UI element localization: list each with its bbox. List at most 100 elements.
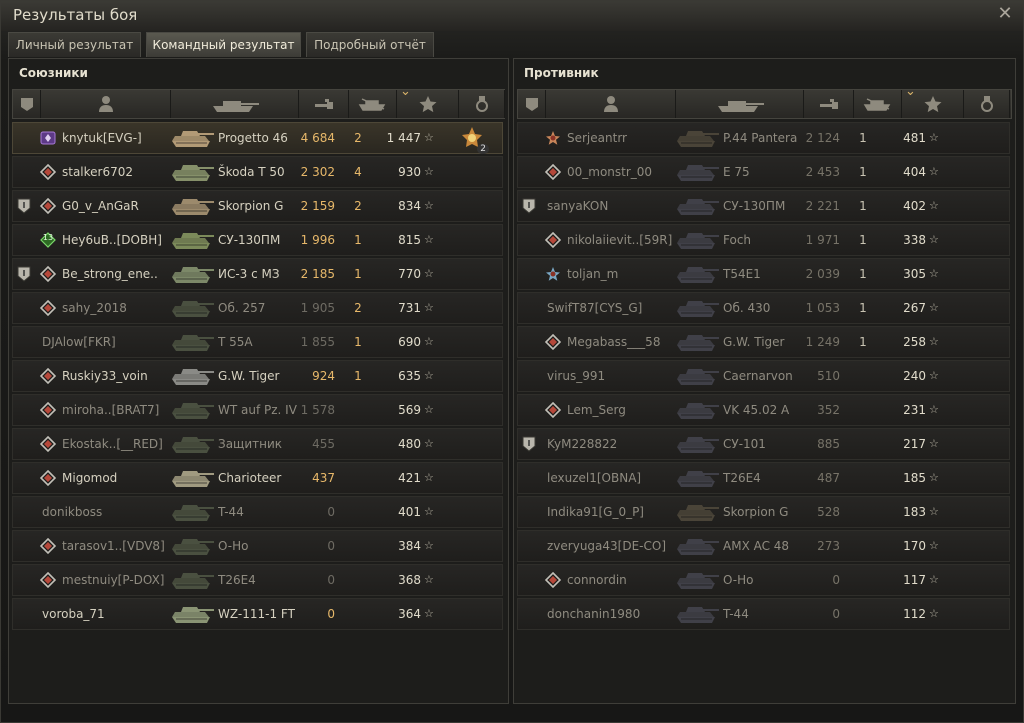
table-row[interactable]: G0_v_AnGaR Skorpion G 2 159 2 834 ☆	[12, 190, 503, 222]
damage-value: 1 578	[300, 403, 335, 417]
column-header-medal[interactable]	[459, 90, 505, 118]
tab-personal-result[interactable]: Личный результат	[8, 32, 141, 57]
table-row[interactable]: stalker6702 Škoda T 50 2 302 4 930 ☆	[12, 156, 503, 188]
close-icon[interactable]: ✕	[995, 4, 1015, 24]
player-name[interactable]: stalker6702	[62, 157, 172, 187]
player-name[interactable]: Ekostak..[__RED]	[62, 429, 172, 459]
player-name[interactable]: nikolaiievit..[59R]	[567, 225, 677, 255]
tank-silhouette-icon	[172, 131, 214, 147]
squad-shield-icon	[522, 198, 536, 214]
column-header-squad[interactable]	[13, 90, 41, 118]
player-name[interactable]: connordin	[567, 565, 677, 595]
tank-name: O-Ho	[723, 573, 754, 587]
xp-value: 481	[903, 131, 926, 145]
column-header-tank[interactable]	[676, 90, 804, 118]
table-row[interactable]: voroba_71 WZ-111-1 FT 0 364 ☆	[12, 598, 503, 630]
table-row[interactable]: Migomod Charioteer 437 421 ☆	[12, 462, 503, 494]
player-name[interactable]: Migomod	[62, 463, 172, 493]
tank-name: T26E4	[218, 573, 256, 587]
table-row[interactable]: DJAlow[FKR] T 55A 1 855 1 690 ☆	[12, 326, 503, 358]
player-name[interactable]: donikboss	[42, 497, 172, 527]
table-row[interactable]: mestnuiy[P-DOX] T26E4 0 368 ☆	[12, 564, 503, 596]
player-name[interactable]: sahy_2018	[62, 293, 172, 323]
column-header-damage[interactable]	[804, 90, 854, 118]
table-row[interactable]: toljan_m T54E1 2 039 1 305 ☆	[517, 258, 1010, 290]
allies-panel: Союзники ⌄ knytuk[EVG-] Progetto 46 4 684 2…	[8, 58, 509, 704]
tank-icon	[212, 101, 259, 112]
damage-value: 2 302	[300, 165, 335, 179]
column-header-xp-star[interactable]: ⌄	[902, 84, 964, 118]
table-row[interactable]: nikolaiievit..[59R] Foch 1 971 1 338 ☆	[517, 224, 1010, 256]
player-name[interactable]: Lem_Serg	[567, 395, 677, 425]
table-row[interactable]: connordin O-Ho 0 117 ☆	[517, 564, 1010, 596]
player-name[interactable]: KyM228822	[547, 429, 677, 459]
table-row[interactable]: lexuzel1[OBNA] T26E4 487 185 ☆	[517, 462, 1010, 494]
xp-value: 815	[398, 233, 421, 247]
player-name[interactable]: zveryuga43[DE-CO]	[547, 531, 677, 561]
player-name[interactable]: lexuzel1[OBNA]	[547, 463, 677, 493]
player-name[interactable]: toljan_m	[567, 259, 677, 289]
column-header-xp-star[interactable]: ⌄	[397, 84, 459, 118]
player-name[interactable]: mestnuiy[P-DOX]	[62, 565, 172, 595]
table-row[interactable]: zveryuga43[DE-CO] AMX AC 48 273 170 ☆	[517, 530, 1010, 562]
table-row[interactable]: 00_monstr_00 E 75 2 453 1 404 ☆	[517, 156, 1010, 188]
tank-silhouette-icon	[172, 267, 214, 283]
tank-silhouette-icon	[677, 573, 719, 589]
column-header-player[interactable]	[546, 90, 676, 118]
player-name[interactable]: voroba_71	[42, 599, 172, 629]
table-row[interactable]: 13 Hey6uB..[DOBH] СУ-130ПМ 1 996 1 815 ☆	[12, 224, 503, 256]
player-name[interactable]: sanyaKON	[547, 191, 677, 221]
table-row[interactable]: tarasov1..[VDV8] O-Ho 0 384 ☆	[12, 530, 503, 562]
player-name[interactable]: Serjeantrr	[567, 123, 677, 153]
table-row[interactable]: donikboss T-44 0 401 ☆	[12, 496, 503, 528]
kills-value	[343, 429, 373, 459]
player-name[interactable]: donchanin1980	[547, 599, 677, 629]
player-name[interactable]: Megabass___58	[567, 327, 677, 357]
damage-value: 2 159	[300, 199, 335, 213]
table-row[interactable]: Ruskiy33_voin G.W. Tiger 924 1 635 ☆	[12, 360, 503, 392]
column-header-damage[interactable]	[299, 90, 349, 118]
table-row[interactable]: Lem_Serg VK 45.02 A 352 231 ☆	[517, 394, 1010, 426]
table-row[interactable]: SwifT87[CYS_G] Об. 430 1 053 1 267 ☆	[517, 292, 1010, 324]
player-name[interactable]: DJAlow[FKR]	[42, 327, 172, 357]
tank-silhouette-icon	[677, 199, 719, 215]
table-row[interactable]: sanyaKON СУ-130ПМ 2 221 1 402 ☆	[517, 190, 1010, 222]
tab-detailed-report[interactable]: Подробный отчёт	[306, 32, 434, 57]
player-name[interactable]: knytuk[EVG-]	[62, 123, 172, 153]
column-header-tank[interactable]	[171, 90, 299, 118]
player-name[interactable]: virus_991	[547, 361, 677, 391]
tab-team-result[interactable]: Командный результат	[146, 32, 301, 57]
tank-name: Skorpion G	[218, 199, 284, 213]
player-name[interactable]: G0_v_AnGaR	[62, 191, 172, 221]
column-header-medal[interactable]	[964, 90, 1010, 118]
player-name[interactable]: tarasov1..[VDV8]	[62, 531, 172, 561]
table-row[interactable]: donchanin1980 T-44 0 112 ☆	[517, 598, 1010, 630]
table-row[interactable]: knytuk[EVG-] Progetto 46 4 684 2 1 447 ☆ 2	[12, 122, 503, 154]
achievement-medal-icon[interactable]: 2	[459, 126, 489, 154]
player-name[interactable]: Indika91[G_0_P]	[547, 497, 677, 527]
table-row[interactable]: sahy_2018 Об. 257 1 905 2 731 ☆	[12, 292, 503, 324]
rank-shape	[40, 572, 56, 588]
rank-badge-icon	[40, 470, 56, 486]
table-row[interactable]: virus_991 Caernarvon 510 240 ☆	[517, 360, 1010, 392]
xp-star-icon: ☆	[929, 131, 939, 144]
table-row[interactable]: Be_strong_ene.. ИС-3 с МЗ 2 185 1 770 ☆	[12, 258, 503, 290]
column-header-player[interactable]	[41, 90, 171, 118]
player-name[interactable]: SwifT87[CYS_G]	[547, 293, 677, 323]
damage-value: 2 185	[300, 267, 335, 281]
player-name[interactable]: 00_monstr_00	[567, 157, 677, 187]
table-row[interactable]: Megabass___58 G.W. Tiger 1 249 1 258 ☆	[517, 326, 1010, 358]
player-name[interactable]: miroha..[BRAT7]	[62, 395, 172, 425]
column-header-kills[interactable]	[349, 90, 397, 118]
table-row[interactable]: KyM228822 СУ-101 885 217 ☆	[517, 428, 1010, 460]
column-header-squad[interactable]	[518, 90, 546, 118]
table-row[interactable]: Serjeantrr P.44 Pantera 2 124 1 481 ☆	[517, 122, 1010, 154]
player-name[interactable]: Be_strong_ene..	[62, 259, 172, 289]
table-row[interactable]: Indika91[G_0_P] Skorpion G 528 183 ☆	[517, 496, 1010, 528]
column-header-kills[interactable]	[854, 90, 902, 118]
xp-value: 401	[398, 505, 421, 519]
player-name[interactable]: Ruskiy33_voin	[62, 361, 172, 391]
table-row[interactable]: Ekostak..[__RED] Защитник 455 480 ☆	[12, 428, 503, 460]
table-row[interactable]: miroha..[BRAT7] WT auf Pz. IV 1 578 569 ☆	[12, 394, 503, 426]
player-name[interactable]: Hey6uB..[DOBH]	[62, 225, 172, 255]
